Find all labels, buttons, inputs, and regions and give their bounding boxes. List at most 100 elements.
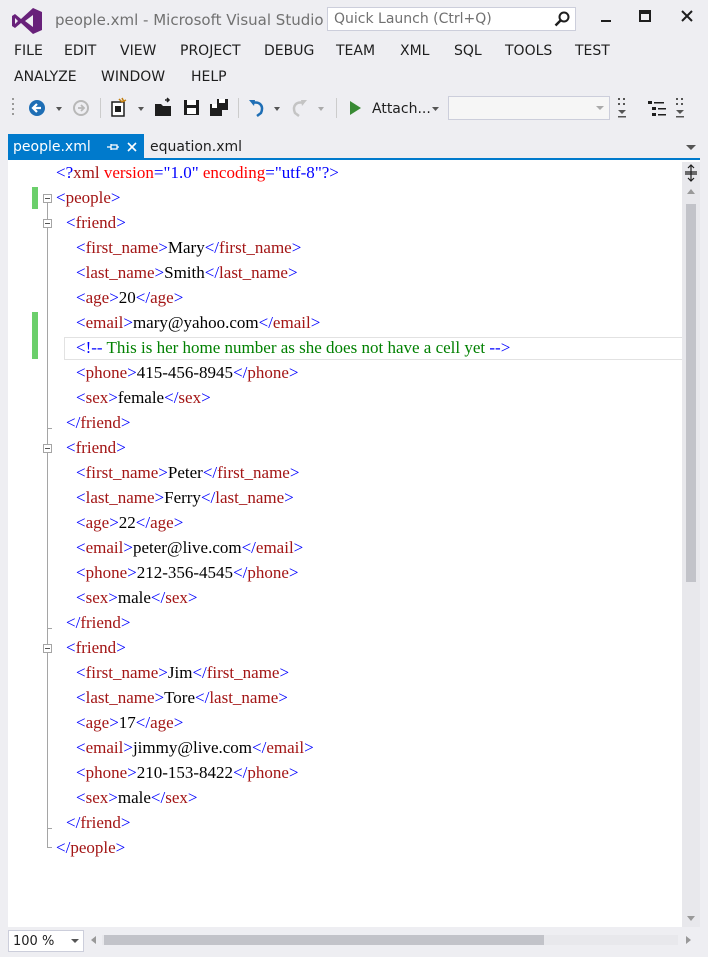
close-tab-icon[interactable] xyxy=(126,141,138,153)
code-line: <people> xyxy=(56,188,121,207)
scroll-down-icon[interactable] xyxy=(686,914,696,922)
code-line: <sex>male</sex> xyxy=(76,588,198,607)
code-line: <first_name>Peter</first_name> xyxy=(76,463,300,482)
code-line: <email>jimmy@live.com</email> xyxy=(76,738,314,757)
code-editor[interactable]: <?xml version="1.0" encoding="utf-8"?> <… xyxy=(8,160,700,927)
change-marker xyxy=(32,312,38,359)
scroll-left-icon[interactable] xyxy=(90,935,98,945)
scroll-up-icon[interactable] xyxy=(686,188,696,196)
redo-dropdown-icon[interactable] xyxy=(316,94,326,122)
back-dropdown-icon[interactable] xyxy=(54,94,64,122)
horizontal-scrollbar[interactable] xyxy=(102,935,678,945)
maximize-icon[interactable] xyxy=(633,6,657,28)
fold-guide-end xyxy=(47,428,52,429)
menu-test[interactable]: TEST xyxy=(575,43,610,59)
editor-bottom-bar: 100 % xyxy=(0,927,708,957)
change-marker xyxy=(32,187,38,209)
tab-equation-xml[interactable]: equation.xml xyxy=(150,139,242,155)
collapse-friend-icon[interactable] xyxy=(43,644,52,653)
fold-guide-end xyxy=(47,828,52,829)
zoom-level: 100 % xyxy=(13,934,55,949)
start-icon[interactable] xyxy=(346,94,364,122)
title-bar: people.xml - Microsoft Visual Studio Qui… xyxy=(0,0,708,38)
close-icon[interactable] xyxy=(675,6,699,28)
zoom-select[interactable]: 100 % xyxy=(8,930,84,952)
fold-guide xyxy=(47,203,48,847)
attach-button[interactable]: Attach... xyxy=(372,101,431,117)
attach-dropdown-icon[interactable] xyxy=(430,94,442,122)
code-line: <email>peter@live.com</email> xyxy=(76,538,304,557)
code-line: <last_name>Ferry</last_name> xyxy=(76,488,294,507)
menu-project[interactable]: PROJECT xyxy=(180,43,241,59)
fold-guide-end xyxy=(47,847,52,848)
undo-dropdown-icon[interactable] xyxy=(272,94,282,122)
tab-label: people.xml xyxy=(13,139,91,155)
collapse-people-icon[interactable] xyxy=(43,194,52,203)
undo-icon[interactable] xyxy=(246,94,268,122)
new-project-icon[interactable] xyxy=(108,94,130,122)
code-line: </friend> xyxy=(66,413,131,432)
code-line: <!-- This is her home number as she does… xyxy=(76,338,511,357)
menu-analyze[interactable]: ANALYZE xyxy=(14,69,77,85)
quick-launch-placeholder: Quick Launch (Ctrl+Q) xyxy=(334,11,492,27)
code-line: <age>17</age> xyxy=(76,713,184,732)
code-line: <first_name>Jim</first_name> xyxy=(76,663,290,682)
code-line: </friend> xyxy=(66,613,131,632)
back-icon[interactable] xyxy=(26,94,48,122)
toolbar-separator xyxy=(238,98,239,118)
collapse-friend-icon[interactable] xyxy=(43,219,52,228)
toolbar-grip-icon[interactable] xyxy=(10,94,18,122)
save-all-icon[interactable] xyxy=(208,94,230,122)
list-icon[interactable] xyxy=(646,94,668,122)
new-project-dropdown-icon[interactable] xyxy=(136,94,146,122)
menu-file[interactable]: FILE xyxy=(14,43,43,59)
minimize-icon[interactable] xyxy=(594,6,618,28)
solution-config-icon[interactable] xyxy=(616,94,630,122)
horizontal-scroll-thumb[interactable] xyxy=(104,935,544,945)
chevron-down-icon xyxy=(71,939,79,943)
menu-sql[interactable]: SQL xyxy=(454,43,482,59)
code-line: <first_name>Mary</first_name> xyxy=(76,238,302,257)
document-tabs: people.xml equation.xml xyxy=(0,134,708,160)
tab-list-dropdown-icon[interactable] xyxy=(684,142,698,152)
redo-icon[interactable] xyxy=(288,94,310,122)
menu-window[interactable]: WINDOW xyxy=(101,69,165,85)
chevron-down-icon xyxy=(596,106,604,110)
toolbar-overflow-icon[interactable] xyxy=(674,94,688,122)
code-line: <friend> xyxy=(66,438,126,457)
code-line: <email>mary@yahoo.com</email> xyxy=(76,313,321,332)
forward-icon[interactable] xyxy=(70,94,92,122)
menu-edit[interactable]: EDIT xyxy=(64,43,96,59)
code-line: <friend> xyxy=(66,638,126,657)
menu-view[interactable]: VIEW xyxy=(120,43,156,59)
menu-help[interactable]: HELP xyxy=(191,69,227,85)
vertical-scrollbar[interactable] xyxy=(682,162,700,927)
pin-icon[interactable] xyxy=(106,141,120,153)
menu-tools[interactable]: TOOLS xyxy=(505,43,552,59)
code-line: <friend> xyxy=(66,213,126,232)
debug-target-select[interactable] xyxy=(448,96,610,120)
quick-launch-input[interactable]: Quick Launch (Ctrl+Q) xyxy=(327,7,576,31)
tab-people-xml[interactable]: people.xml xyxy=(8,134,144,160)
search-icon xyxy=(554,11,570,27)
menu-xml[interactable]: XML xyxy=(400,43,429,59)
open-file-icon[interactable] xyxy=(152,94,174,122)
scroll-right-icon[interactable] xyxy=(684,935,692,945)
code-line: <phone>210-153-8422</phone> xyxy=(76,763,299,782)
collapse-friend-icon[interactable] xyxy=(43,444,52,453)
vertical-scroll-thumb[interactable] xyxy=(686,204,696,582)
code-line: <age>20</age> xyxy=(76,288,184,307)
menu-team[interactable]: TEAM xyxy=(336,43,375,59)
code-line: <sex>female</sex> xyxy=(76,388,211,407)
code-line: </friend> xyxy=(66,813,131,832)
code-line: <last_name>Smith</last_name> xyxy=(76,263,298,282)
visual-studio-logo-icon xyxy=(12,8,42,34)
code-line: <age>22</age> xyxy=(76,513,184,532)
code-line: <phone>415-456-8945</phone> xyxy=(76,363,299,382)
code-line: <sex>male</sex> xyxy=(76,788,198,807)
split-view-icon[interactable] xyxy=(684,164,698,182)
save-icon[interactable] xyxy=(180,94,202,122)
menu-debug[interactable]: DEBUG xyxy=(264,43,314,59)
code-line: <?xml version="1.0" encoding="utf-8"?> xyxy=(56,163,339,182)
code-line: <phone>212-356-4545</phone> xyxy=(76,563,299,582)
